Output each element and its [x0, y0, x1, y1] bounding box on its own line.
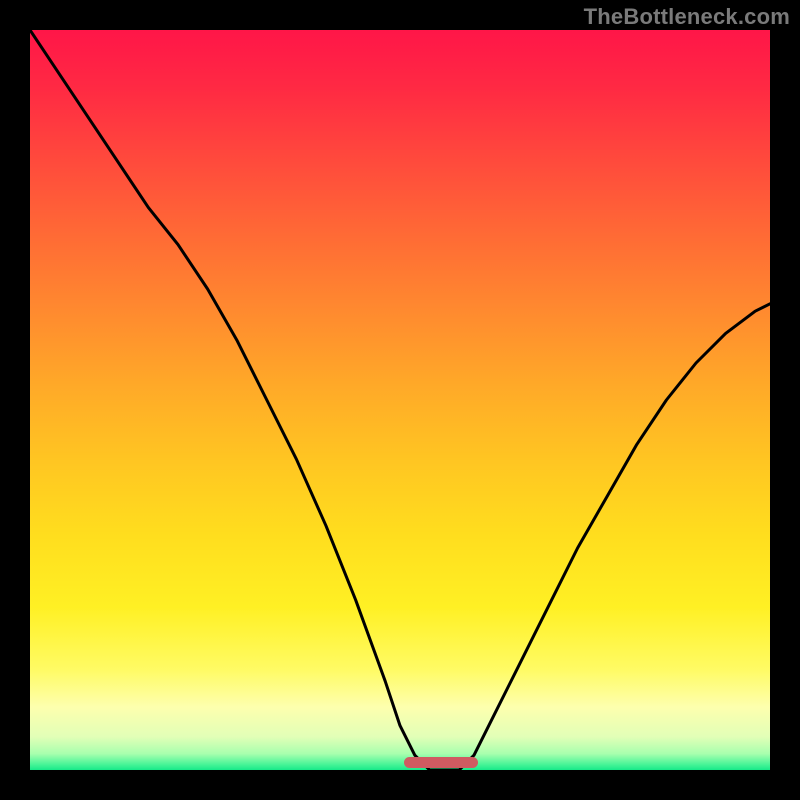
watermark-text: TheBottleneck.com: [584, 4, 790, 30]
chart-frame: TheBottleneck.com: [0, 0, 800, 800]
plot-area: [30, 30, 770, 770]
bottleneck-curve: [30, 30, 770, 770]
optimal-range-marker: [404, 757, 478, 768]
